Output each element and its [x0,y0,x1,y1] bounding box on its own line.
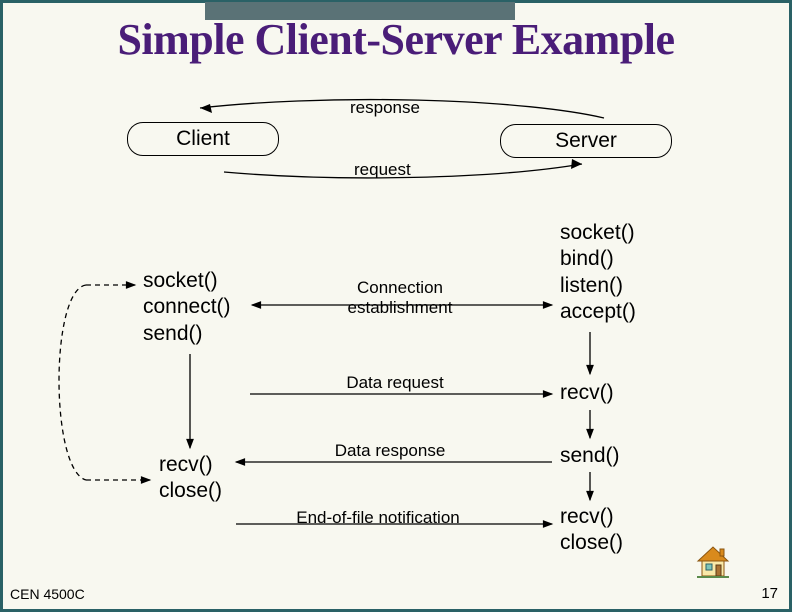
data-response-label: Data response [300,441,480,461]
connection-establishment-label: Connection establishment [310,278,490,318]
server-terminate-functions: recv() close() [560,504,623,557]
server-fn-listen: listen() [560,273,636,299]
client-fn-recv: recv() [159,452,222,478]
server-fn-recv-1: recv() [560,380,614,406]
slide-title: Simple Client-Server Example [0,14,792,65]
client-fn-socket: socket() [143,268,231,294]
server-fn-send: send() [560,443,620,469]
course-code: CEN 4500C [10,586,85,602]
server-fn-bind: bind() [560,246,636,272]
client-initiate-functions: socket() connect() send() [143,268,231,347]
server-fn-recv-2: recv() [560,504,623,530]
house-icon[interactable] [694,543,732,584]
server-setup-functions: socket() bind() listen() accept() [560,220,636,325]
server-node: Server [500,124,672,158]
server-fn-close: close() [560,530,623,556]
response-arc-label: response [350,98,420,118]
server-fn-accept: accept() [560,299,636,325]
server-fn-socket: socket() [560,220,636,246]
data-request-label: Data request [305,373,485,393]
eof-notification-label: End-of-file notification [268,508,488,528]
client-fn-close: close() [159,478,222,504]
client-fn-connect: connect() [143,294,231,320]
client-terminate-functions: recv() close() [159,452,222,505]
client-node: Client [127,122,279,156]
client-fn-send: send() [143,321,231,347]
page-number: 17 [761,585,778,602]
request-arc-label: request [354,160,411,180]
